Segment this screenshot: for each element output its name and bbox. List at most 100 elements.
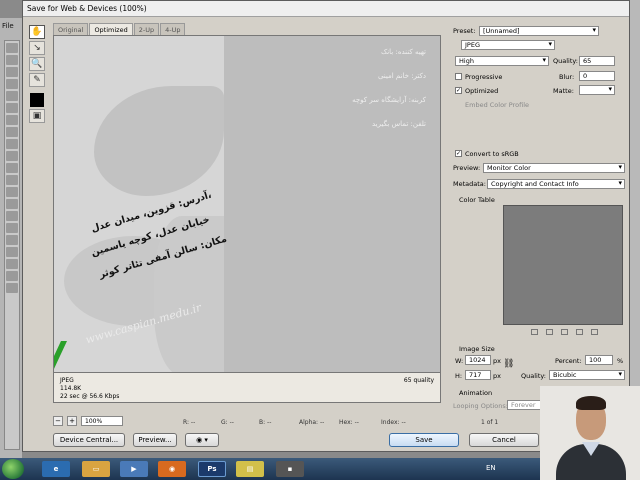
recorder-icon[interactable]: ▪ [276,461,304,477]
dialog-title: Save for Web & Devices (100%) [23,1,629,17]
blur-tool-icon[interactable] [6,187,18,197]
web-shift-icon[interactable] [546,329,553,335]
eyedropper-icon[interactable]: ✎ [29,73,45,87]
preview-right-panel: تهیه کننده: بانک دکتر: خانم امینی کربنه:… [224,36,440,372]
percent-label: Percent: [555,357,582,365]
shape-tool-icon[interactable] [6,247,18,257]
green-value: G: -- [221,419,234,426]
preview-button[interactable]: Preview... [133,433,177,447]
internet-explorer-icon[interactable]: e [42,461,70,477]
optimized-checkbox[interactable]: ✓ [455,87,462,94]
tab-optimized[interactable]: Optimized [89,23,133,35]
dodge-tool-icon[interactable] [6,199,18,209]
right-text-line: تلفن: تماس بگیرید [371,120,426,128]
right-text-line: کربنه: آرایشگاه سر کوچه [352,96,426,104]
optimization-info: JPEG 114.8K 22 sec @ 56.6 Kbps 65 qualit… [53,373,441,403]
stamp-tool-icon[interactable] [6,139,18,149]
right-text-line: دکتر: خانم امینی [377,72,426,80]
matte-select[interactable] [579,85,615,95]
color-table[interactable] [503,205,623,325]
percent-input[interactable]: 100 [585,355,613,365]
blue-value: B: -- [259,419,272,426]
optimized-label: Optimized [465,87,499,95]
language-indicator[interactable]: EN [486,464,496,472]
tab-2-up[interactable]: 2-Up [133,23,160,35]
move-tool-icon[interactable] [6,43,18,53]
hand-tool-icon[interactable] [6,271,18,281]
progressive-checkbox[interactable] [455,73,462,80]
height-input[interactable]: 717 [465,370,491,380]
zoom-out-button[interactable]: − [53,416,63,426]
zoom-icon[interactable]: 🔍 [29,57,45,71]
gradient-tool-icon[interactable] [6,175,18,185]
metadata-select[interactable]: Copyright and Contact Info [487,179,625,189]
eraser-tool-icon[interactable] [6,163,18,173]
preset-label: Preset: [453,27,476,35]
path-select-icon[interactable] [6,235,18,245]
progressive-label: Progressive [465,73,503,81]
background-shape [94,86,224,196]
tab-4-up[interactable]: 4-Up [160,23,186,35]
resample-select[interactable]: Bicubic [549,370,625,380]
eyedropper-color-swatch[interactable] [30,93,44,107]
lock-color-icon[interactable] [561,329,568,335]
resample-label: Quality: [521,372,546,380]
settings-panel: Preset: [Unnamed] JPEG High Quality: 65 … [451,19,627,415]
index-value: Index: -- [381,419,406,426]
toggle-slices-icon[interactable]: ▣ [29,109,45,123]
preset-select[interactable]: [Unnamed] [479,26,599,36]
slice-select-icon[interactable]: ↘ [29,41,45,55]
firefox-icon[interactable]: ◉ [158,461,186,477]
hex-value: Hex: -- [339,419,359,426]
lasso-tool-icon[interactable] [6,67,18,77]
width-unit: px [493,357,501,365]
matte-label: Matte: [553,87,574,95]
device-central-button[interactable]: Device Central... [53,433,125,447]
photoshop-icon[interactable]: Ps [198,461,226,477]
notes-icon[interactable]: ▤ [236,461,264,477]
height-label: H: [455,372,463,380]
preview-label: Preview: [453,164,481,172]
width-input[interactable]: 1024 [465,355,491,365]
save-button[interactable]: Save [389,433,459,447]
quality-input[interactable]: 65 [579,56,615,66]
crop-tool-icon[interactable] [6,91,18,101]
marquee-tool-icon[interactable] [6,55,18,65]
embed-profile-label: Embed Color Profile [465,101,530,109]
3d-tool-icon[interactable] [6,259,18,269]
new-color-icon[interactable] [576,329,583,335]
convert-srgb-checkbox[interactable]: ✓ [455,150,462,157]
browser-preview-button[interactable]: ◉ ▾ [185,433,219,447]
looping-label: Looping Options: [453,402,508,410]
start-button[interactable] [2,459,24,479]
map-color-icon[interactable] [531,329,538,335]
history-brush-icon[interactable] [6,151,18,161]
preview-select[interactable]: Monitor Color [483,163,625,173]
zoom-select[interactable]: 100% [81,416,123,426]
compression-select[interactable]: High [455,56,549,66]
eyedropper-tool-icon[interactable] [6,103,18,113]
cancel-button[interactable]: Cancel [469,433,539,447]
folder-icon[interactable]: ▭ [82,461,110,477]
brush-tool-icon[interactable] [6,127,18,137]
wand-tool-icon[interactable] [6,79,18,89]
animation-label: Animation [459,389,493,397]
delete-color-icon[interactable] [591,329,598,335]
type-tool-icon[interactable] [6,223,18,233]
height-unit: px [493,372,501,380]
tab-original[interactable]: Original [53,23,89,35]
file-menu[interactable]: File [2,22,14,30]
link-icon[interactable]: ⛓ [503,359,514,369]
dialog-toolbox: ✋ ↘ 🔍 ✎ ▣ [27,23,49,123]
zoom-tool-icon[interactable] [6,283,18,293]
pen-tool-icon[interactable] [6,211,18,221]
healing-tool-icon[interactable] [6,115,18,125]
preview-canvas[interactable]: تهیه کننده: بانک دکتر: خانم امینی کربنه:… [53,35,441,373]
color-table-label: Color Table [459,196,495,204]
hand-icon[interactable]: ✋ [29,25,45,39]
blur-input[interactable]: 0 [579,71,615,81]
format-select[interactable]: JPEG [461,40,555,50]
media-player-icon[interactable]: ▶ [120,461,148,477]
alpha-value: Alpha: -- [299,419,325,426]
zoom-in-button[interactable]: + [67,416,77,426]
